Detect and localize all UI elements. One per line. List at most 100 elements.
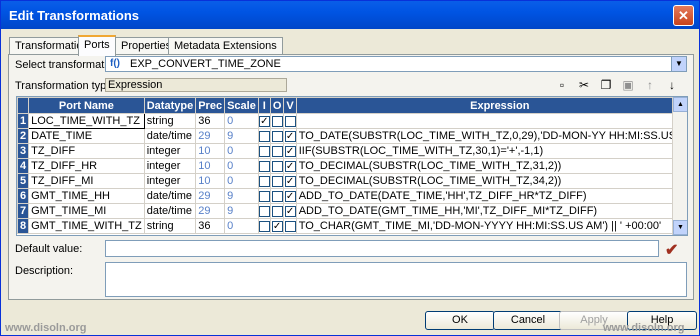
scale-cell[interactable]: 0 [224, 218, 259, 234]
port-name-cell[interactable]: TZ_DIFF_HR [28, 158, 145, 174]
port-v-checkbox[interactable]: ✓ [284, 145, 296, 157]
table-row[interactable]: 2 DATE_TIME date/time 29 9 ✓ TO_DATE(SUBSTR(LO… [17, 128, 687, 144]
datatype-cell[interactable]: integer [143, 173, 197, 189]
scale-cell[interactable]: 0 [224, 158, 259, 174]
port-o-checkbox[interactable] [271, 160, 283, 172]
port-i-checkbox[interactable] [259, 175, 270, 187]
vertical-scrollbar[interactable]: ▲ ▼ [672, 97, 687, 235]
move-down-icon[interactable]: ↓ [663, 76, 681, 94]
chevron-down-icon[interactable]: ▼ [671, 57, 686, 71]
port-name-cell[interactable]: GMT_TIME_WITH_TZ [28, 218, 145, 234]
paste-icon[interactable]: ▣ [619, 76, 637, 94]
scale-cell[interactable]: 9 [224, 128, 259, 144]
ok-button[interactable]: OK [425, 311, 495, 330]
port-o-checkbox[interactable] [271, 205, 283, 217]
prec-cell[interactable]: 10 [195, 143, 226, 159]
scale-cell[interactable]: 0 [224, 113, 259, 129]
table-row[interactable]: 3 TZ_DIFF integer 10 0 ✓ IIF(SUBSTR(LOC_TIME_W… [17, 143, 687, 159]
scroll-up-icon[interactable]: ▲ [673, 97, 687, 112]
column-header-prec[interactable]: Prec [195, 97, 226, 114]
datatype-cell[interactable]: integer [143, 158, 197, 174]
scale-cell[interactable]: 9 [224, 188, 259, 204]
row-number[interactable]: 4 [17, 158, 30, 174]
column-header-datatype[interactable]: Datatype [143, 97, 197, 114]
port-name-cell[interactable]: LOC_TIME_WITH_TZ [28, 113, 145, 129]
port-o-checkbox[interactable] [271, 115, 283, 127]
port-v-checkbox[interactable]: ✓ [284, 130, 296, 142]
apply-checkmark-icon[interactable]: ✔ [665, 240, 678, 260]
row-number[interactable]: 2 [17, 128, 30, 144]
port-i-checkbox[interactable] [259, 190, 270, 202]
datatype-cell[interactable]: integer [143, 143, 197, 159]
datatype-cell[interactable]: string [143, 218, 197, 234]
datatype-cell[interactable]: date/time [143, 203, 197, 219]
port-v-checkbox[interactable]: ✓ [284, 175, 296, 187]
expression-cell[interactable]: TO_DATE(SUBSTR(LOC_TIME_WITH_TZ,0,29),'D… [295, 128, 687, 144]
port-i-checkbox[interactable] [259, 160, 270, 172]
close-icon[interactable]: ✕ [673, 5, 694, 26]
port-v-checkbox[interactable]: ✓ [284, 160, 296, 172]
column-header-output[interactable]: O [269, 97, 285, 114]
port-i-checkbox[interactable] [259, 205, 270, 217]
default-value-input[interactable] [105, 240, 659, 257]
prec-cell[interactable]: 29 [195, 128, 226, 144]
move-up-icon[interactable]: ↑ [641, 76, 659, 94]
row-number[interactable]: 8 [17, 218, 30, 234]
select-transformation-dropdown[interactable]: f() EXP_CONVERT_TIME_ZONE ▼ [105, 56, 687, 72]
row-number[interactable]: 6 [17, 188, 30, 204]
port-o-checkbox[interactable] [271, 175, 283, 187]
prec-cell[interactable]: 36 [195, 113, 226, 129]
expression-cell[interactable]: TO_DECIMAL(SUBSTR(LOC_TIME_WITH_TZ,34,2)… [295, 173, 687, 189]
port-i-checkbox[interactable] [259, 130, 270, 142]
port-o-checkbox[interactable]: ✓ [271, 220, 283, 232]
cut-icon[interactable]: ✂ [575, 76, 593, 94]
port-v-checkbox[interactable] [284, 115, 296, 127]
port-name-cell[interactable]: GMT_TIME_HH [28, 188, 145, 204]
port-name-cell[interactable]: GMT_TIME_MI [28, 203, 145, 219]
scale-cell[interactable]: 0 [224, 143, 259, 159]
expression-cell[interactable]: TO_CHAR(GMT_TIME_MI,'DD-MON-YYYY HH:MI:S… [295, 218, 687, 234]
prec-cell[interactable]: 10 [195, 173, 226, 189]
column-header-expression[interactable]: Expression [295, 97, 687, 114]
row-number[interactable]: 3 [17, 143, 30, 159]
row-number[interactable]: 7 [17, 203, 30, 219]
port-i-checkbox[interactable] [259, 145, 270, 157]
scroll-down-icon[interactable]: ▼ [673, 220, 687, 235]
port-v-checkbox[interactable] [284, 220, 296, 232]
column-header-scale[interactable]: Scale [224, 97, 259, 114]
table-row[interactable]: 1 LOC_TIME_WITH_TZ string 36 0 ✓ [17, 113, 687, 129]
port-i-checkbox[interactable] [259, 220, 270, 232]
table-row[interactable]: 5 TZ_DIFF_MI integer 10 0 ✓ TO_DECIMAL(SUBSTR(… [17, 173, 687, 189]
row-number[interactable]: 1 [17, 113, 30, 129]
prec-cell[interactable]: 29 [195, 203, 226, 219]
scale-cell[interactable]: 0 [224, 173, 259, 189]
port-name-cell[interactable]: TZ_DIFF_MI [28, 173, 145, 189]
port-o-checkbox[interactable] [271, 130, 283, 142]
datatype-cell[interactable]: string [143, 113, 197, 129]
prec-cell[interactable]: 10 [195, 158, 226, 174]
tab-ports[interactable]: Ports [78, 35, 116, 56]
new-port-icon[interactable]: ▫ [553, 76, 571, 94]
table-row[interactable]: 4 TZ_DIFF_HR integer 10 0 ✓ TO_DECIMAL(SUBSTR(… [17, 158, 687, 174]
port-v-checkbox[interactable]: ✓ [284, 205, 296, 217]
row-number[interactable]: 5 [17, 173, 30, 189]
port-o-checkbox[interactable] [271, 145, 283, 157]
table-row[interactable]: 8 GMT_TIME_WITH_TZ string 36 0 ✓ TO_CHAR(GMT_T… [17, 218, 687, 234]
expression-cell[interactable]: TO_DECIMAL(SUBSTR(LOC_TIME_WITH_TZ,31,2)… [295, 158, 687, 174]
column-header-port-name[interactable]: Port Name [28, 97, 145, 114]
prec-cell[interactable]: 29 [195, 188, 226, 204]
prec-cell[interactable]: 36 [195, 218, 226, 234]
ports-grid[interactable]: Port Name Datatype Prec Scale I O V Expr… [16, 96, 688, 236]
description-textarea[interactable] [105, 262, 687, 297]
expression-cell[interactable]: ADD_TO_DATE(GMT_TIME_HH,'MI',TZ_DIFF_MI*… [295, 203, 687, 219]
expression-cell[interactable]: IIF(SUBSTR(LOC_TIME_WITH_TZ,30,1)='+',-1… [295, 143, 687, 159]
port-o-checkbox[interactable] [271, 190, 283, 202]
table-row[interactable]: 7 GMT_TIME_MI date/time 29 9 ✓ ADD_TO_DATE(GMT… [17, 203, 687, 219]
expression-cell[interactable]: ADD_TO_DATE(DATE_TIME,'HH',TZ_DIFF_HR*TZ… [295, 188, 687, 204]
title-bar[interactable]: Edit Transformations ✕ [1, 1, 699, 29]
datatype-cell[interactable]: date/time [143, 128, 197, 144]
copy-icon[interactable]: ❐ [597, 76, 615, 94]
cancel-button[interactable]: Cancel [493, 311, 563, 330]
port-name-cell[interactable]: TZ_DIFF [28, 143, 145, 159]
column-header-input[interactable]: I [257, 97, 271, 114]
